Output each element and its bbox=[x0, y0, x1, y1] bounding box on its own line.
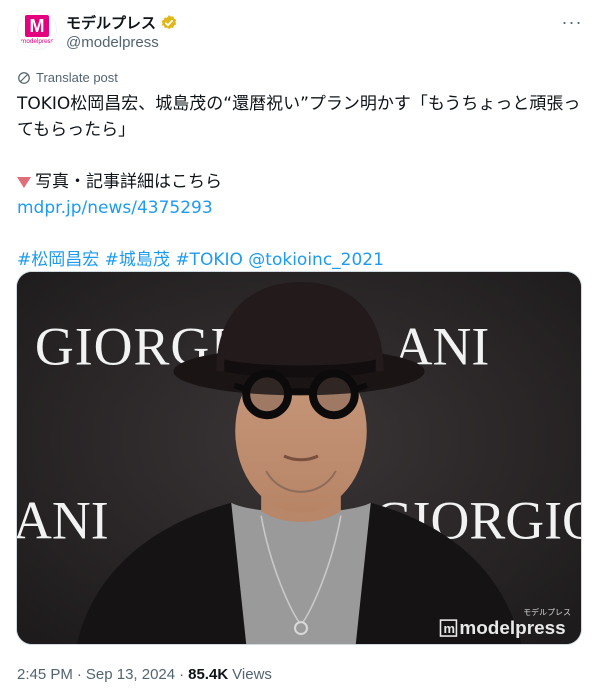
post-blank-line-2 bbox=[17, 221, 585, 247]
meta-separator-2: · bbox=[179, 666, 185, 683]
watermark-large: modelpress bbox=[459, 618, 565, 639]
avatar-logo: M bbox=[25, 15, 49, 37]
post-blank-line bbox=[17, 143, 585, 169]
avatar[interactable]: M modelpress bbox=[17, 10, 57, 50]
watermark-small: モデルプレス bbox=[523, 607, 571, 617]
down-triangle-icon bbox=[17, 176, 31, 188]
photo-illustration: GIORGIO ANI ANI GIORGIO モデルプレス m modelpr… bbox=[17, 272, 581, 644]
more-horizontal-icon[interactable]: ··· bbox=[560, 12, 584, 32]
meta-separator: · bbox=[76, 666, 82, 683]
translate-icon bbox=[18, 71, 30, 84]
views-label: Views bbox=[232, 666, 272, 683]
post-date[interactable]: Sep 13, 2024 bbox=[86, 666, 175, 683]
hashtag-tokio[interactable]: #TOKIO bbox=[175, 250, 243, 270]
translate-label: Translate post bbox=[36, 70, 118, 85]
views-count: 85.4K bbox=[188, 666, 229, 683]
info-label: 写真・記事詳細はこちら bbox=[35, 172, 222, 192]
handle[interactable]: @modelpress bbox=[66, 34, 159, 51]
hashtag-matsuoka[interactable]: #松岡昌宏 bbox=[17, 250, 99, 270]
post-time[interactable]: 2:45 PM bbox=[17, 666, 73, 683]
post-meta: 2:45 PM · Sep 13, 2024 · 85.4K Views bbox=[17, 666, 272, 683]
avatar-caption: modelpress bbox=[20, 38, 54, 45]
post-image[interactable]: GIORGIO ANI ANI GIORGIO モデルプレス m modelpr… bbox=[16, 271, 582, 645]
info-line: 写真・記事詳細はこちら bbox=[17, 169, 585, 195]
hashtag-joshima[interactable]: #城島茂 bbox=[105, 250, 170, 270]
post-line-2: てもらったら」 bbox=[17, 120, 136, 140]
article-link[interactable]: mdpr.jp/news/4375293 bbox=[17, 195, 585, 221]
verified-badge-icon bbox=[161, 14, 177, 29]
hashtag-list: #松岡昌宏 #城島茂 #TOKIO @tokioinc_2021 bbox=[17, 247, 585, 273]
translate-post-link[interactable]: Translate post bbox=[17, 70, 118, 85]
backdrop-text-bottom-left: ANI bbox=[17, 491, 109, 551]
mention-tokioinc[interactable]: @tokioinc_2021 bbox=[248, 250, 384, 270]
display-name-text: モデルプレス bbox=[66, 15, 157, 32]
display-name[interactable]: モデルプレス bbox=[66, 12, 178, 33]
post-text: TOKIO松岡昌宏、城島茂の“還暦祝い”プラン明かす「もうちょっと頑張っ てもら… bbox=[17, 91, 585, 273]
watermark-logo-letter: m bbox=[443, 621, 455, 636]
tweet-card: M modelpress モデルプレス @modelpress ··· Tran… bbox=[0, 0, 598, 697]
post-line-1: TOKIO松岡昌宏、城島茂の“還暦祝い”プラン明かす「もうちょっと頑張っ bbox=[17, 94, 581, 114]
